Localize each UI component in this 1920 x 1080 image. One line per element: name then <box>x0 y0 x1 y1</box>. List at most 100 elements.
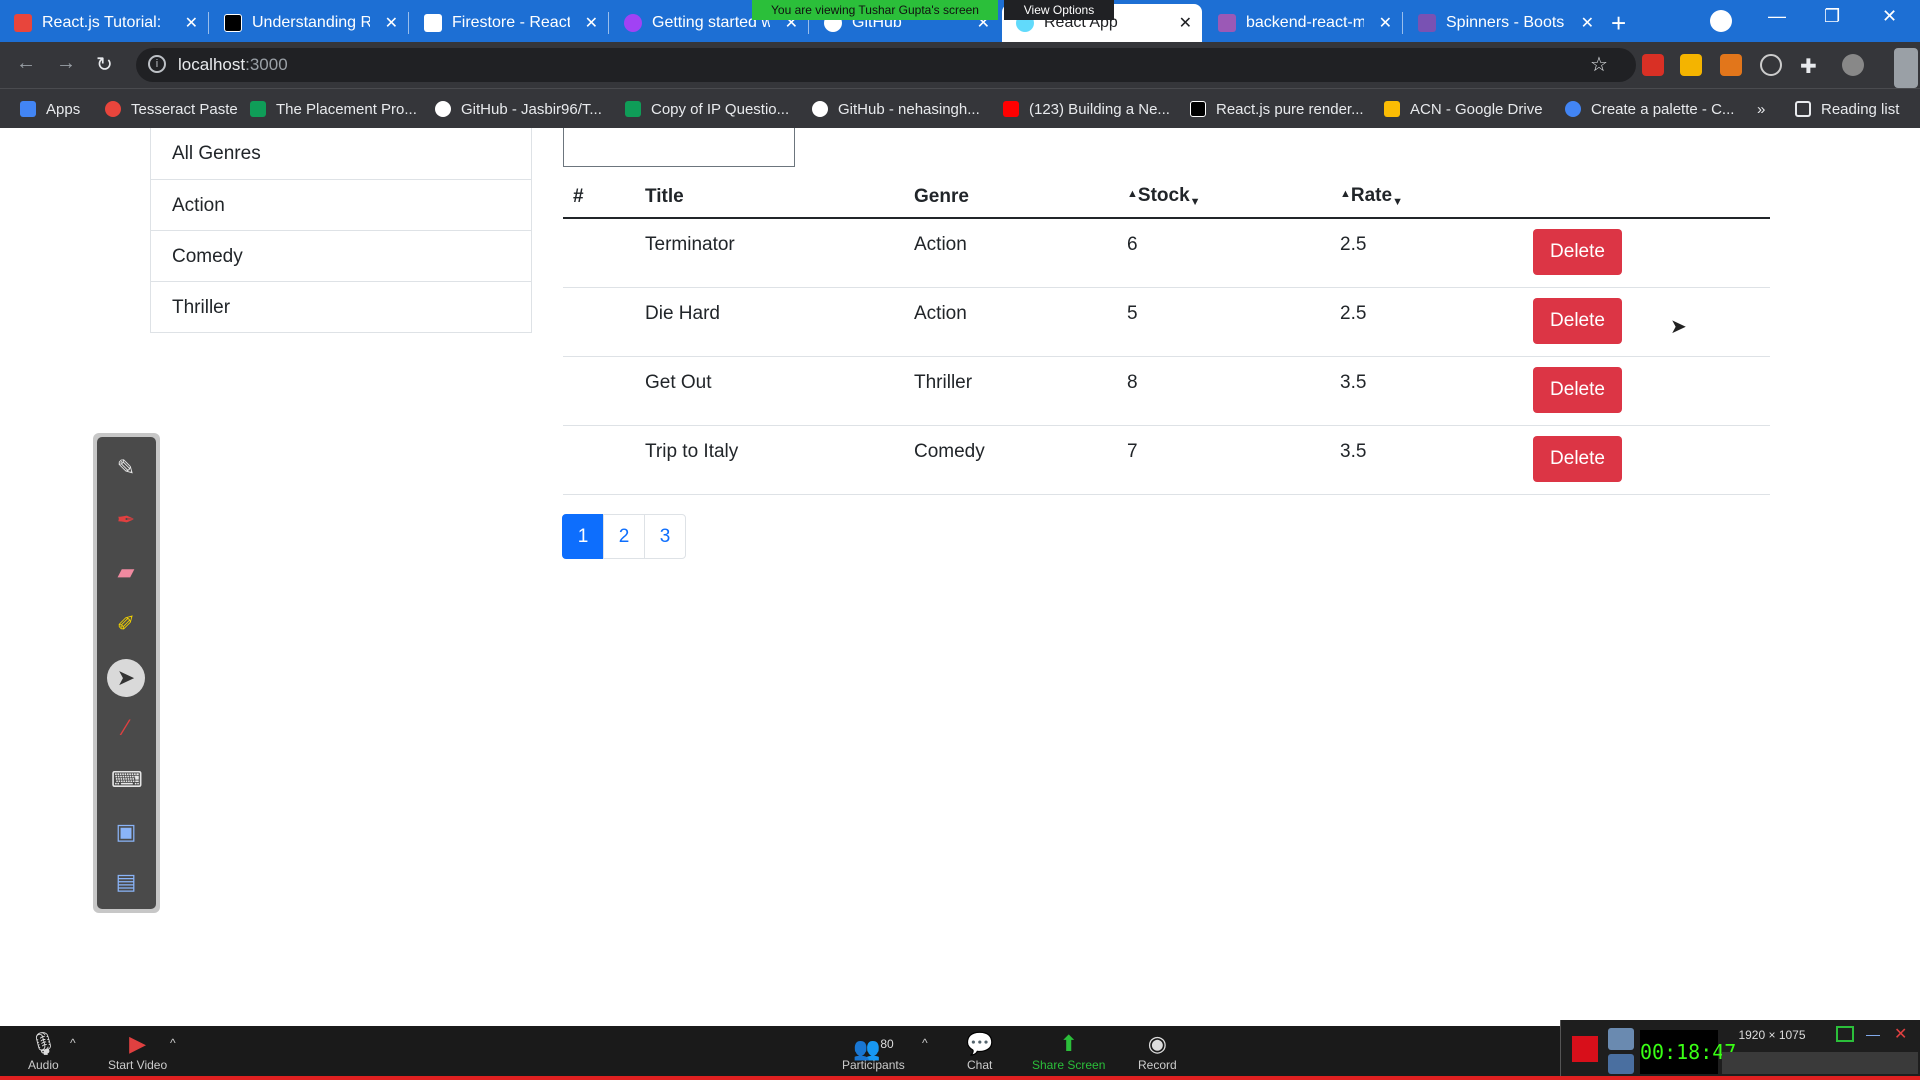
extension-icon[interactable] <box>1760 54 1782 76</box>
tab-spinners-bootstrap[interactable]: Spinners - Bootstr ✕ <box>1404 4 1604 42</box>
more-bookmarks-icon[interactable]: » <box>1757 89 1765 129</box>
tab-firestore[interactable]: Firestore - React R ✕ <box>410 4 608 42</box>
address-bar[interactable]: localhost:3000 <box>136 48 1636 82</box>
recorder-close-icon[interactable]: ✕ <box>1894 1024 1907 1044</box>
close-icon[interactable]: ✕ <box>1179 13 1192 33</box>
bookmark-github-neha[interactable]: GitHub - nehasingh... <box>812 89 980 129</box>
site-info-icon[interactable]: i <box>148 55 166 73</box>
camera-icon[interactable] <box>1608 1028 1634 1050</box>
delete-button[interactable]: Delete <box>1533 229 1622 275</box>
record-icon: ◉ <box>1147 1031 1167 1056</box>
highlighter-icon[interactable]: ✐ <box>111 609 141 639</box>
table-header-row: # Title Genre ▲Stock▼ ▲Rate▼ <box>563 176 1770 219</box>
page-link-1[interactable]: 1 <box>562 514 604 559</box>
table-row: Die Hard Action 5 2.5 Delete <box>563 287 1770 357</box>
bookmark-apps[interactable]: Apps <box>20 89 80 129</box>
pause-icon[interactable] <box>1608 1054 1634 1074</box>
close-icon[interactable]: ✕ <box>185 13 198 33</box>
video-options-chevron[interactable]: ^ <box>170 1036 176 1050</box>
participants-button[interactable]: 👥80 Participants <box>842 1030 905 1072</box>
page-link-2[interactable]: 2 <box>603 514 645 559</box>
recording-timer: 00:18:47 <box>1640 1030 1736 1074</box>
audio-options-chevron[interactable]: ^ <box>70 1036 76 1050</box>
movie-stock: 8 <box>1127 356 1340 426</box>
minimize-icon[interactable]: — <box>1768 6 1786 27</box>
forward-icon[interactable]: → <box>56 52 76 75</box>
record-button[interactable]: ◉ Record <box>1138 1030 1177 1072</box>
bookmark-react-pure[interactable]: React.js pure render... <box>1190 89 1364 129</box>
video-off-icon: ▶ <box>129 1031 147 1056</box>
bookmark-ip-questions[interactable]: Copy of IP Questio... <box>625 89 789 129</box>
tab-understanding-react[interactable]: Understanding Re ✕ <box>210 4 408 42</box>
participants-options-chevron[interactable]: ^ <box>922 1036 928 1050</box>
extension-icon[interactable] <box>1642 54 1664 76</box>
col-header-rate[interactable]: ▲Rate▼ <box>1340 176 1533 219</box>
recorder-minimize-icon[interactable]: — <box>1866 1026 1884 1042</box>
tab-react-tutorial[interactable]: React.js Tutorial: ✕ <box>0 4 208 42</box>
genre-item-thriller[interactable]: Thriller <box>151 281 531 332</box>
close-icon[interactable]: ✕ <box>585 13 598 33</box>
bookmark-placement[interactable]: The Placement Pro... <box>250 89 417 129</box>
col-header-title[interactable]: Title <box>645 176 914 219</box>
restore-icon[interactable]: ❐ <box>1824 6 1840 27</box>
col-header-genre[interactable]: Genre <box>914 176 1127 219</box>
sort-up-icon[interactable]: ▲ <box>1340 188 1351 200</box>
sort-down-icon[interactable]: ▼ <box>1392 196 1403 208</box>
share-screen-button[interactable]: ⬆ Share Screen <box>1032 1030 1105 1072</box>
reload-icon[interactable]: ↻ <box>96 52 113 77</box>
window-close-icon[interactable]: ✕ <box>1882 6 1897 27</box>
close-icon[interactable]: ✕ <box>1581 13 1594 33</box>
close-icon[interactable]: ✕ <box>1379 13 1392 33</box>
spotlight-pen-icon[interactable]: ⁄ <box>111 713 141 743</box>
sort-down-icon[interactable]: ▼ <box>1190 196 1201 208</box>
eraser-icon[interactable]: ▰ <box>111 557 141 587</box>
region-select-icon[interactable] <box>1836 1026 1854 1042</box>
search-input[interactable] <box>563 128 795 167</box>
side-panel-toggle[interactable] <box>1894 48 1918 88</box>
pen-icon[interactable]: ✒ <box>111 505 141 535</box>
reading-list-button[interactable]: Reading list <box>1795 89 1899 129</box>
browser-toolbar: ← → ↻ localhost:3000 i ☆ ✚ <box>0 42 1920 88</box>
movie-genre: Thriller <box>914 356 1127 426</box>
bookmark-tesseract[interactable]: Tesseract Paste <box>105 89 238 129</box>
delete-button[interactable]: Delete <box>1533 297 1622 344</box>
new-tab-button[interactable]: + <box>1611 8 1626 39</box>
row-number <box>563 287 645 357</box>
stop-recording-button[interactable] <box>1572 1036 1598 1062</box>
genre-item-all[interactable]: All Genres <box>151 128 531 179</box>
extension-icon[interactable] <box>1680 54 1702 76</box>
bookmark-favicon-icon <box>105 101 121 117</box>
screen-capture-icon[interactable]: ▣ <box>111 817 141 847</box>
start-video-button[interactable]: ▶ Start Video <box>108 1030 167 1072</box>
desktop-icon[interactable]: ▤ <box>111 867 141 897</box>
view-options-button[interactable]: View Options <box>1004 0 1114 20</box>
tab-backend-react[interactable]: backend-react-m ✕ <box>1204 4 1402 42</box>
page-link-3[interactable]: 3 <box>644 514 686 559</box>
profile-avatar[interactable] <box>1842 54 1864 76</box>
arrow-pointer-icon[interactable]: ➤ <box>107 659 145 697</box>
back-icon[interactable]: ← <box>16 52 36 75</box>
col-header-stock[interactable]: ▲Stock▼ <box>1127 176 1340 219</box>
delete-button[interactable]: Delete <box>1533 366 1622 413</box>
genre-item-action[interactable]: Action <box>151 179 531 230</box>
bookmark-youtube[interactable]: (123) Building a Ne... <box>1003 89 1170 129</box>
bookmark-star-icon[interactable]: ☆ <box>1590 52 1608 77</box>
whiteboard-icon[interactable]: ✎ <box>111 453 141 483</box>
keyboard-icon[interactable]: ⌨ <box>111 765 143 795</box>
delete-button[interactable]: Delete <box>1533 435 1622 482</box>
chat-button[interactable]: 💬 Chat <box>966 1030 993 1072</box>
metamask-icon[interactable] <box>1720 54 1742 76</box>
genre-item-comedy[interactable]: Comedy <box>151 230 531 281</box>
puzzle-icon[interactable]: ✚ <box>1800 54 1822 78</box>
audio-button[interactable]: 🎙 Audio <box>28 1030 59 1072</box>
bookmark-github-jasbir[interactable]: GitHub - Jasbir96/T... <box>435 89 602 129</box>
tab-search-icon[interactable] <box>1710 10 1732 32</box>
movie-stock: 6 <box>1127 218 1340 288</box>
bookmark-palette[interactable]: Create a palette - C... <box>1565 89 1734 129</box>
medium-icon <box>224 14 242 32</box>
bookmark-google-drive[interactable]: ACN - Google Drive <box>1384 89 1543 129</box>
col-header-number: # <box>563 176 645 219</box>
movie-title: Terminator <box>645 218 914 288</box>
close-icon[interactable]: ✕ <box>385 13 398 33</box>
sort-up-icon[interactable]: ▲ <box>1127 188 1138 200</box>
